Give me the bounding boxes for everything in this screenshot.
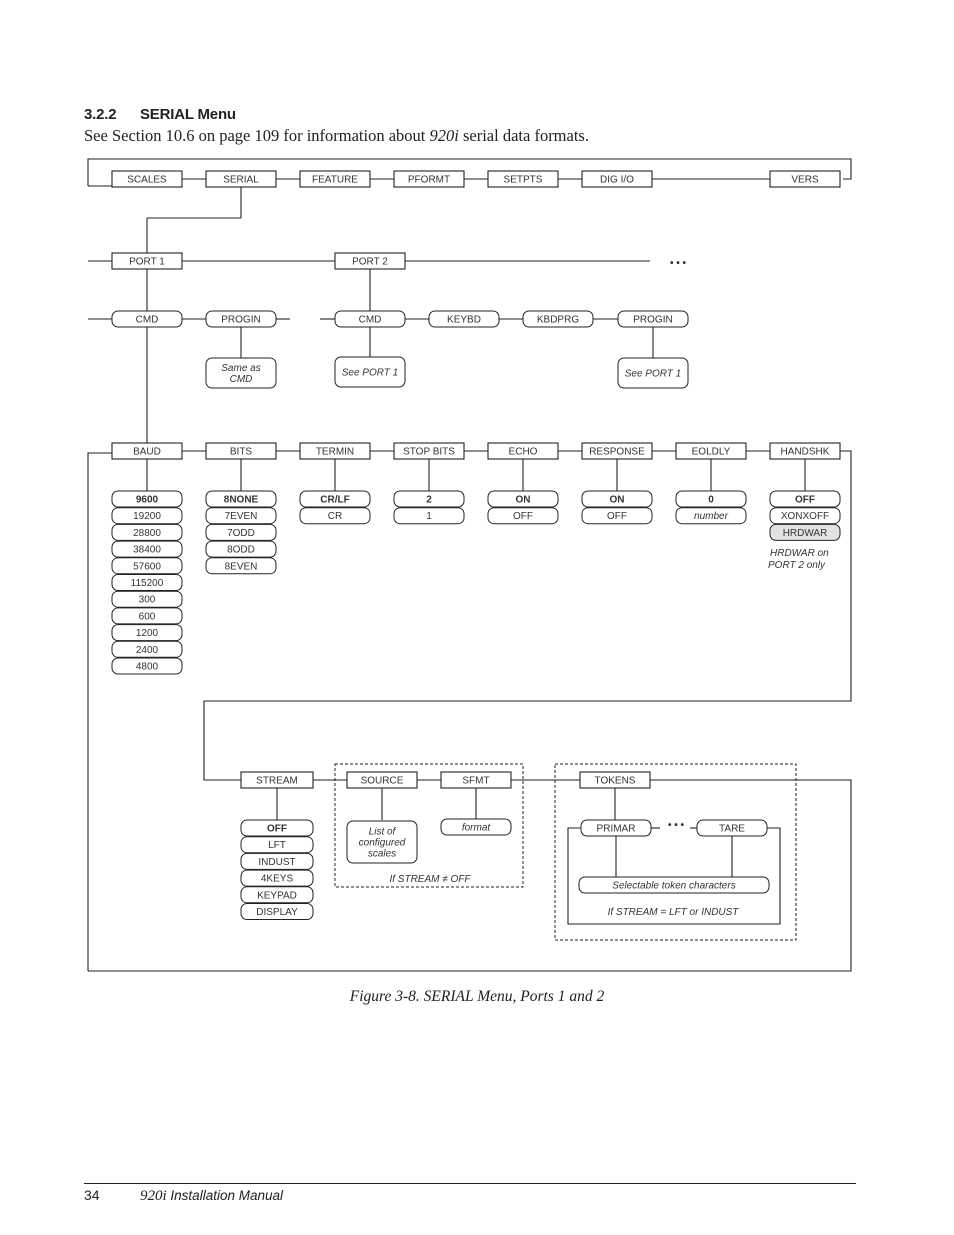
page-number: 34 [84, 1187, 100, 1203]
param-bits-option-label: 8NONE [224, 495, 259, 506]
param-baud-option-label: 115200 [131, 578, 164, 589]
more-ports-ellipsis: • • • [670, 258, 687, 269]
page-footer: 34 920i Installation Manual [84, 1187, 283, 1205]
stream-option-label: 4KEYS [261, 874, 294, 885]
port2-progin-note-label: See PORT 1 [625, 369, 682, 380]
serial-menu-diagram: SCALES SERIAL FEATURE PFORMT SETPTS DIG I/O VE… [87, 158, 852, 972]
port1-cmd-box-label: CMD [136, 315, 159, 326]
port-1-box-label: PORT 1 [129, 257, 165, 268]
footer-rule [84, 1183, 856, 1184]
port1-progin-note-label: CMD [230, 374, 253, 385]
param-handshk-option-label: HRDWAR [783, 528, 828, 539]
param-handshk-option-label: OFF [795, 495, 815, 506]
param-handshk-option-label: XONXOFF [781, 511, 829, 522]
token-primar-box-label: PRIMAR [597, 824, 636, 835]
sfmt-note-label: format [462, 823, 492, 834]
param-bits-option-label: 7ODD [227, 528, 255, 539]
param-termin-box-label: TERMIN [316, 447, 354, 458]
param-eoldly-box-label: EOLDLY [692, 447, 731, 458]
param-stop-bits-option-label: 1 [426, 511, 432, 522]
param-termin-option-label: CR [328, 511, 342, 522]
port2-cmd-note-label: See PORT 1 [342, 368, 399, 379]
params-loop-left [87, 452, 112, 971]
token-characters-note-label: Selectable token characters [612, 881, 735, 892]
menu-box-feature-label: FEATURE [312, 175, 358, 186]
stream-option-label: DISPLAY [256, 907, 298, 918]
stream-option-label: OFF [267, 824, 287, 835]
param-bits-option-label: 7EVEN [225, 511, 258, 522]
param-baud-option-label: 9600 [136, 495, 159, 506]
param-baud-option-label: 300 [139, 595, 156, 606]
param-baud-option-label: 28800 [133, 528, 161, 539]
top-menu-loop [87, 158, 852, 186]
port1-progin-box-label: PROGIN [221, 315, 260, 326]
port-2-box-label: PORT 2 [352, 257, 388, 268]
stream-box-label: STREAM [256, 776, 298, 787]
param-bits-option-label: 8EVEN [225, 561, 258, 572]
sfmt-box-label: SFMT [462, 776, 489, 787]
param-bits-box-label: BITS [230, 447, 253, 458]
source-note-label: List of [369, 827, 397, 838]
token-tare-box-label: TARE [719, 824, 745, 835]
param-echo-box-label: ECHO [509, 447, 538, 458]
tokens-box-label: TOKENS [595, 776, 636, 787]
source-box-label: SOURCE [361, 776, 404, 787]
param-echo-option-label: ON [516, 495, 531, 506]
port2-progin-box-label: PROGIN [633, 315, 672, 326]
param-termin-option-label: CR/LF [320, 495, 349, 506]
port2-keybd-box-label: KEYBD [447, 315, 481, 326]
tokens-condition-label: If STREAM = LFT or INDUST [608, 907, 740, 918]
menu-box-dig-i-o-label: DIG I/O [600, 175, 634, 186]
param-baud-option-label: 4800 [136, 662, 159, 673]
param-eoldly-option-label: number [694, 511, 729, 522]
param-eoldly-option-label: 0 [708, 495, 714, 506]
param-baud-option-label: 1200 [136, 628, 159, 639]
param-stop-bits-box-label: STOP BITS [403, 447, 455, 458]
port1-progin-note-label: Same as [221, 363, 260, 374]
handshk-note: PORT 2 only [768, 560, 826, 571]
param-stop-bits-option-label: 2 [426, 495, 432, 506]
stream-condition-label: If STREAM ≠ OFF [389, 874, 471, 885]
menu-box-setpts-label: SETPTS [504, 175, 543, 186]
handshk-note: HRDWAR on [770, 548, 829, 559]
stream-option-label: KEYPAD [257, 890, 297, 901]
param-baud-option-label: 600 [139, 611, 156, 622]
menu-box-vers-label: VERS [791, 175, 819, 186]
param-response-box-label: RESPONSE [589, 447, 645, 458]
port2-kbdprg-box-label: KBDPRG [537, 315, 579, 326]
stream-option-label: INDUST [258, 857, 295, 868]
menu-box-pformt-label: PFORMT [408, 175, 450, 186]
param-baud-option-label: 2400 [136, 645, 159, 656]
footer-title: Installation Manual [166, 1188, 283, 1203]
param-handshk-box-label: HANDSHK [781, 447, 830, 458]
param-baud-box-label: BAUD [133, 447, 161, 458]
param-bits-option-label: 8ODD [227, 545, 255, 556]
param-baud-option-label: 19200 [133, 511, 161, 522]
menu-box-scales-label: SCALES [127, 175, 167, 186]
tokens-ellipsis: • • • [668, 820, 685, 831]
menu-box-serial-label: SERIAL [223, 175, 259, 186]
port2-cmd-box-label: CMD [359, 315, 382, 326]
param-response-option-label: ON [610, 495, 625, 506]
param-baud-option-label: 57600 [133, 561, 161, 572]
figure-caption: Figure 3-8. SERIAL Menu, Ports 1 and 2 [349, 988, 605, 1005]
param-response-option-label: OFF [607, 511, 627, 522]
footer-product: 920i [140, 1188, 167, 1204]
stream-option-label: LFT [268, 840, 286, 851]
source-note-label: configured [359, 838, 406, 849]
param-echo-option-label: OFF [513, 511, 533, 522]
param-baud-option-label: 38400 [133, 545, 161, 556]
source-note-label: scales [368, 849, 396, 860]
